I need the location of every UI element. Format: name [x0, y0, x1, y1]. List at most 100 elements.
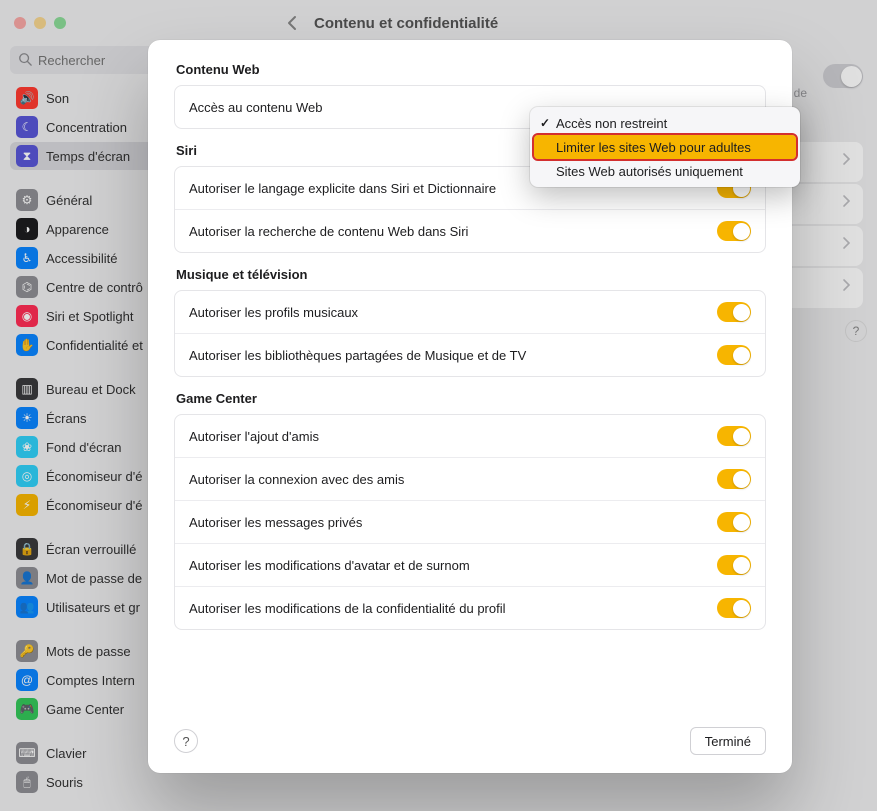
row-gc-profile-privacy: Autoriser les modifications de la confid… [175, 586, 765, 629]
sidebar-item-label: Utilisateurs et gr [46, 600, 140, 615]
done-button[interactable]: Terminé [690, 727, 766, 755]
sidebar-item-label: Fond d'écran [46, 440, 121, 455]
close-window-button[interactable] [14, 17, 26, 29]
window-controls [14, 17, 66, 29]
chevron-right-icon [842, 236, 851, 253]
web-content-dropdown: ✓ Accès non restreint Limiter les sites We… [530, 107, 800, 187]
row-gc-connect-friends-label: Autoriser la connexion avec des amis [189, 472, 404, 487]
row-gc-connect-friends-toggle[interactable] [717, 469, 751, 489]
row-gc-avatar-nickname-toggle[interactable] [717, 555, 751, 575]
row-gc-private-messages-label: Autoriser les messages privés [189, 515, 362, 530]
background-toggle [823, 64, 863, 88]
sidebar-item-label: Économiseur d'é [46, 469, 142, 484]
help-button[interactable]: ? [174, 729, 198, 753]
row-music-profiles-toggle[interactable] [717, 302, 751, 322]
sidebar-item-label: Son [46, 91, 69, 106]
row-shared-libraries-toggle[interactable] [717, 345, 751, 365]
sidebar-item-label: Apparence [46, 222, 109, 237]
section-music-tv: Autoriser les profils musicaux Autoriser … [174, 290, 766, 377]
system-settings-window: Contenu et confidentialité 🔊 Son ☾ Concentr… [0, 0, 877, 811]
sidebar-item-label: Concentration [46, 120, 127, 135]
dropdown-option-label: Limiter les sites Web pour adultes [556, 140, 751, 155]
chevron-right-icon [842, 152, 851, 169]
row-siri-web-search-label: Autoriser la recherche de contenu Web da… [189, 224, 468, 239]
row-siri-web-search-toggle[interactable] [717, 221, 751, 241]
row-gc-add-friends-label: Autoriser l'ajout d'amis [189, 429, 319, 444]
sidebar-item-energy-icon: ⚡︎ [16, 494, 38, 516]
back-button[interactable] [282, 13, 302, 33]
row-shared-libraries: Autoriser les bibliothèques partagées de… [175, 333, 765, 376]
sidebar-item-label: Comptes Intern [46, 673, 135, 688]
sidebar-item-label: Game Center [46, 702, 124, 717]
row-gc-add-friends: Autoriser l'ajout d'amis [175, 415, 765, 457]
check-icon: ✓ [540, 116, 550, 130]
row-gc-avatar-nickname-label: Autoriser les modifications d'avatar et … [189, 558, 470, 573]
dropdown-option-unrestricted[interactable]: ✓ Accès non restreint [534, 111, 796, 135]
row-music-profiles-label: Autoriser les profils musicaux [189, 305, 358, 320]
row-shared-libraries-label: Autoriser les bibliothèques partagées de… [189, 348, 526, 363]
minimize-window-button[interactable] [34, 17, 46, 29]
chevron-right-icon [842, 278, 851, 295]
sidebar-item-label: Clavier [46, 746, 86, 761]
sidebar-item-focus-icon: ☾ [16, 116, 38, 138]
dropdown-option-allowed-only[interactable]: Sites Web autorisés uniquement [534, 159, 796, 183]
help-icon: ? [182, 734, 189, 749]
sidebar-item-label: Écran verrouillé [46, 542, 136, 557]
sidebar-item-screen-time-icon: ⧗ [16, 145, 38, 167]
row-siri-explicit-label: Autoriser le langage explicite dans Siri… [189, 181, 496, 196]
sidebar-item-label: Économiseur d'é [46, 498, 142, 513]
sidebar-item-label: Général [46, 193, 92, 208]
done-button-label: Terminé [705, 734, 751, 749]
sidebar-item-sound-icon: 🔊 [16, 87, 38, 109]
row-gc-connect-friends: Autoriser la connexion avec des amis [175, 457, 765, 500]
section-game-center-title: Game Center [176, 391, 766, 406]
sidebar-item-keyboard-icon: ⌨ [16, 742, 38, 764]
row-gc-private-messages-toggle[interactable] [717, 512, 751, 532]
sidebar-item-label: Siri et Spotlight [46, 309, 133, 324]
sidebar-item-mouse-icon: 🖱 [16, 771, 38, 793]
page-title: Contenu et confidentialité [314, 15, 498, 32]
section-music-tv-title: Musique et télévision [176, 267, 766, 282]
row-music-profiles: Autoriser les profils musicaux [175, 291, 765, 333]
sidebar-item-label: Bureau et Dock [46, 382, 136, 397]
sidebar-item-screensaver-icon: ◎ [16, 465, 38, 487]
dropdown-option-label: Accès non restreint [556, 116, 667, 131]
sidebar-item-general-icon: ⚙ [16, 189, 38, 211]
search-icon [18, 52, 32, 69]
row-web-content-access-label: Accès au contenu Web [189, 100, 322, 115]
sidebar-item-login-password-icon: 👤 [16, 567, 38, 589]
sidebar-item-users-groups-icon: 👥 [16, 596, 38, 618]
sidebar-item-label: Souris [46, 775, 83, 790]
sidebar-item-label: Confidentialité et [46, 338, 143, 353]
sidebar-item-accessibility-icon: ♿︎ [16, 247, 38, 269]
sidebar-item-lock-screen-icon: 🔒 [16, 538, 38, 560]
sidebar-item-appearance-icon: ◑ [16, 218, 38, 240]
sidebar-item-displays-icon: ☀ [16, 407, 38, 429]
sidebar-item-siri-spotlight-icon: ◉ [16, 305, 38, 327]
section-game-center: Autoriser l'ajout d'amis Autoriser la con… [174, 414, 766, 630]
row-gc-avatar-nickname: Autoriser les modifications d'avatar et … [175, 543, 765, 586]
sidebar-item-control-center-icon: ⌬ [16, 276, 38, 298]
sidebar-item-label: Mots de passe [46, 644, 131, 659]
dropdown-option-limit-adult[interactable]: Limiter les sites Web pour adultes [534, 135, 796, 159]
sidebar-item-passwords-icon: 🔑 [16, 640, 38, 662]
sidebar-item-label: Écrans [46, 411, 86, 426]
help-button-background: ? [845, 320, 867, 342]
section-web-content-title: Contenu Web [176, 62, 766, 77]
sidebar-item-desktop-dock-icon: ▥ [16, 378, 38, 400]
sidebar-item-label: Temps d'écran [46, 149, 130, 164]
row-gc-profile-privacy-toggle[interactable] [717, 598, 751, 618]
zoom-window-button[interactable] [54, 17, 66, 29]
chevron-right-icon [842, 194, 851, 211]
dropdown-option-label: Sites Web autorisés uniquement [556, 164, 743, 179]
sidebar-item-label: Mot de passe de [46, 571, 142, 586]
row-gc-add-friends-toggle[interactable] [717, 426, 751, 446]
row-gc-profile-privacy-label: Autoriser les modifications de la confid… [189, 601, 506, 616]
sidebar-item-wallpaper-icon: ❀ [16, 436, 38, 458]
row-gc-private-messages: Autoriser les messages privés [175, 500, 765, 543]
sidebar-item-privacy-icon: ✋ [16, 334, 38, 356]
sidebar-item-internet-accounts-icon: @ [16, 669, 38, 691]
row-siri-web-search: Autoriser la recherche de contenu Web da… [175, 209, 765, 252]
sidebar-item-game-center-icon: 🎮 [16, 698, 38, 720]
sidebar-item-label: Accessibilité [46, 251, 118, 266]
